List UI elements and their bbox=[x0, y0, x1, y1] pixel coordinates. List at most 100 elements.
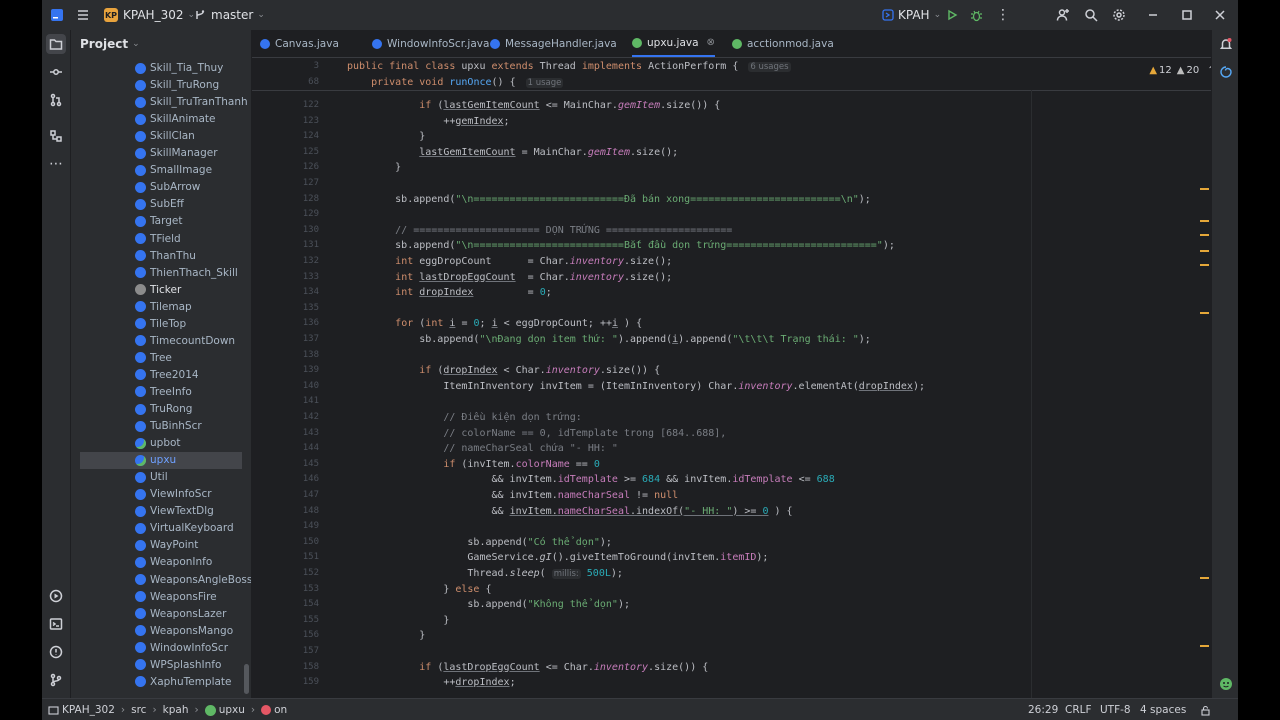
git-tool-button[interactable] bbox=[46, 670, 66, 690]
code-line[interactable]: 144 // nameCharSeal chứa "- HH: " bbox=[252, 441, 1192, 456]
code-line[interactable]: 133 int lastDropEggCount = Char.inventor… bbox=[252, 270, 1192, 285]
code-line[interactable]: 159 ++dropIndex; bbox=[252, 675, 1192, 690]
code-line[interactable]: 145 if (invItem.colorName == 0 bbox=[252, 457, 1192, 472]
usages-hint[interactable]: 1 usage bbox=[525, 77, 564, 88]
branch-switcher[interactable]: master ⌄ bbox=[194, 0, 265, 30]
tree-item[interactable]: SubArrow bbox=[80, 179, 242, 196]
code-line[interactable]: 123 ++gemIndex; bbox=[252, 114, 1192, 129]
code-line[interactable]: 146 && invItem.idTemplate >= 684 && invI… bbox=[252, 472, 1192, 487]
tree-item[interactable]: TreeInfo bbox=[80, 383, 242, 400]
indent-setting[interactable]: 4 spaces bbox=[1140, 699, 1186, 720]
scroll-marker[interactable] bbox=[1200, 188, 1209, 190]
project-scrollbar[interactable] bbox=[244, 664, 249, 694]
code-line[interactable]: 137 sb.append("\nĐang dọn item thứ: ").a… bbox=[252, 332, 1192, 347]
notifications-button[interactable] bbox=[1216, 34, 1236, 54]
code-line[interactable]: 151 GameService.gI().giveItemToGround(in… bbox=[252, 550, 1192, 565]
tree-item[interactable]: Skill_Tia_Thuy bbox=[80, 60, 242, 77]
code-line[interactable]: 139 if (dropIndex < Char.inventory.size(… bbox=[252, 363, 1192, 378]
code-line[interactable]: 153 } else { bbox=[252, 582, 1192, 597]
code-line[interactable]: 126 } bbox=[252, 160, 1192, 175]
tree-item[interactable]: SubEff bbox=[80, 196, 242, 213]
scroll-marker[interactable] bbox=[1200, 577, 1209, 579]
tree-item[interactable]: TuBinhScr bbox=[80, 418, 242, 435]
main-menu-button[interactable] bbox=[50, 0, 64, 30]
tree-item[interactable]: ThanThu bbox=[80, 247, 242, 264]
code-line[interactable]: 68 private void runOnce() {1 usage bbox=[252, 75, 1192, 90]
tree-item[interactable]: SkillManager bbox=[80, 145, 242, 162]
tree-item[interactable]: WindowInfoScr bbox=[80, 639, 242, 656]
run-config-selector[interactable]: KPAH ⌄ bbox=[882, 0, 941, 30]
maximize-button[interactable] bbox=[1182, 0, 1192, 30]
code-line[interactable]: 142 // Điều kiện dọn trứng: bbox=[252, 410, 1192, 425]
debug-button[interactable] bbox=[970, 0, 983, 30]
code-line[interactable]: 147 && invItem.nameCharSeal != null bbox=[252, 488, 1192, 503]
scroll-marker[interactable] bbox=[1200, 234, 1209, 236]
tree-item[interactable]: TField bbox=[80, 230, 242, 247]
breadcrumb-package[interactable]: kpah bbox=[163, 704, 189, 716]
tree-item[interactable]: WeaponsAngleBoss bbox=[80, 571, 251, 588]
tree-item[interactable]: WeaponsFire bbox=[80, 588, 242, 605]
tree-item[interactable]: ViewInfoScr bbox=[80, 486, 242, 503]
problems-tool-button[interactable] bbox=[46, 642, 66, 662]
tree-item[interactable]: TimecountDown bbox=[80, 332, 242, 349]
code-line[interactable]: 143 // colorName == 0, idTemplate trong … bbox=[252, 426, 1192, 441]
tree-item[interactable]: TileTop bbox=[80, 315, 242, 332]
code-line[interactable]: 158 if (lastDropEggCount <= Char.invento… bbox=[252, 660, 1192, 675]
structure-tool-button[interactable] bbox=[46, 126, 66, 146]
close-tab-icon[interactable]: ⊗ bbox=[707, 37, 715, 48]
tree-item[interactable]: SmallImage bbox=[80, 162, 242, 179]
code-line[interactable]: 148 && invItem.nameCharSeal.indexOf("- H… bbox=[252, 504, 1192, 519]
ai-assistant-button[interactable] bbox=[1216, 62, 1236, 82]
tree-item[interactable]: Tree2014 bbox=[80, 366, 242, 383]
code-line[interactable]: 154 sb.append("Không thể dọn"); bbox=[252, 597, 1192, 612]
tree-item[interactable]: WPSplashInfo bbox=[80, 656, 242, 673]
usages-hint[interactable]: 6 usages bbox=[748, 62, 791, 72]
minimize-button[interactable] bbox=[1148, 0, 1158, 30]
plugin-status-button[interactable] bbox=[1216, 674, 1236, 694]
code-line[interactable]: 130 // ===================== DỌN TRỨNG =… bbox=[252, 223, 1192, 238]
terminal-tool-button[interactable] bbox=[46, 614, 66, 634]
tree-item[interactable]: WeaponsLazer bbox=[80, 605, 242, 622]
services-tool-button[interactable] bbox=[46, 586, 66, 606]
commit-tool-button[interactable] bbox=[46, 62, 66, 82]
code-line[interactable]: 157 bbox=[252, 644, 1192, 659]
tree-item[interactable]: upxu bbox=[80, 451, 242, 469]
run-button[interactable] bbox=[946, 0, 958, 30]
code-line[interactable]: 3 public final class upxu extends Thread … bbox=[252, 59, 1192, 74]
read-only-toggle[interactable] bbox=[1200, 699, 1211, 720]
settings-button[interactable] bbox=[1112, 0, 1126, 30]
breadcrumb-method[interactable]: on bbox=[274, 704, 287, 716]
tree-item[interactable]: Skill_TruRong bbox=[80, 77, 242, 94]
tree-item[interactable]: upbot bbox=[80, 435, 242, 452]
search-button[interactable] bbox=[1084, 0, 1098, 30]
code-line[interactable]: 128 sb.append("\n=======================… bbox=[252, 192, 1192, 207]
add-user-button[interactable] bbox=[1056, 0, 1070, 30]
breadcrumb-class[interactable]: upxu bbox=[219, 704, 245, 716]
code-line[interactable]: 141 bbox=[252, 394, 1192, 409]
tree-item[interactable]: Ticker bbox=[80, 281, 242, 298]
scroll-marker[interactable] bbox=[1200, 264, 1209, 266]
code-line[interactable]: 155 } bbox=[252, 613, 1192, 628]
editor-tab[interactable]: Canvas.java bbox=[260, 30, 339, 57]
tree-item[interactable]: ViewTextDlg bbox=[80, 503, 242, 520]
scroll-marker[interactable] bbox=[1200, 220, 1209, 222]
tree-item[interactable]: WayPoint bbox=[80, 537, 242, 554]
code-line[interactable]: 131 sb.append("\n=======================… bbox=[252, 238, 1192, 253]
caret-position[interactable]: 26:29 bbox=[1028, 699, 1058, 720]
pull-requests-tool-button[interactable] bbox=[46, 90, 66, 110]
hamburger-menu-button[interactable] bbox=[76, 0, 90, 30]
tree-item[interactable]: XaphuTemplate bbox=[80, 673, 242, 690]
tree-item[interactable]: WeaponsMango bbox=[80, 622, 242, 639]
code-line[interactable]: 140 ItemInInventory invItem = (ItemInInv… bbox=[252, 379, 1192, 394]
tree-item[interactable]: ThienThach_Skill bbox=[80, 264, 242, 281]
code-line[interactable]: 136 for (int i = 0; i < eggDropCount; ++… bbox=[252, 316, 1192, 331]
more-tools-button[interactable]: ⋯ bbox=[46, 154, 66, 174]
tree-item[interactable]: SkillClan bbox=[80, 128, 242, 145]
project-panel-header[interactable]: Project ⌄ bbox=[71, 30, 251, 58]
tree-item[interactable]: Util bbox=[80, 469, 242, 486]
tree-item[interactable]: Target bbox=[80, 213, 242, 230]
tree-item[interactable]: SkillAnimate bbox=[80, 111, 242, 128]
editor-tab[interactable]: WindowInfoScr.java bbox=[372, 30, 489, 57]
tree-item[interactable]: TruRong bbox=[80, 401, 242, 418]
code-line[interactable]: 125 lastGemItemCount = MainChar.gemItem.… bbox=[252, 145, 1192, 160]
